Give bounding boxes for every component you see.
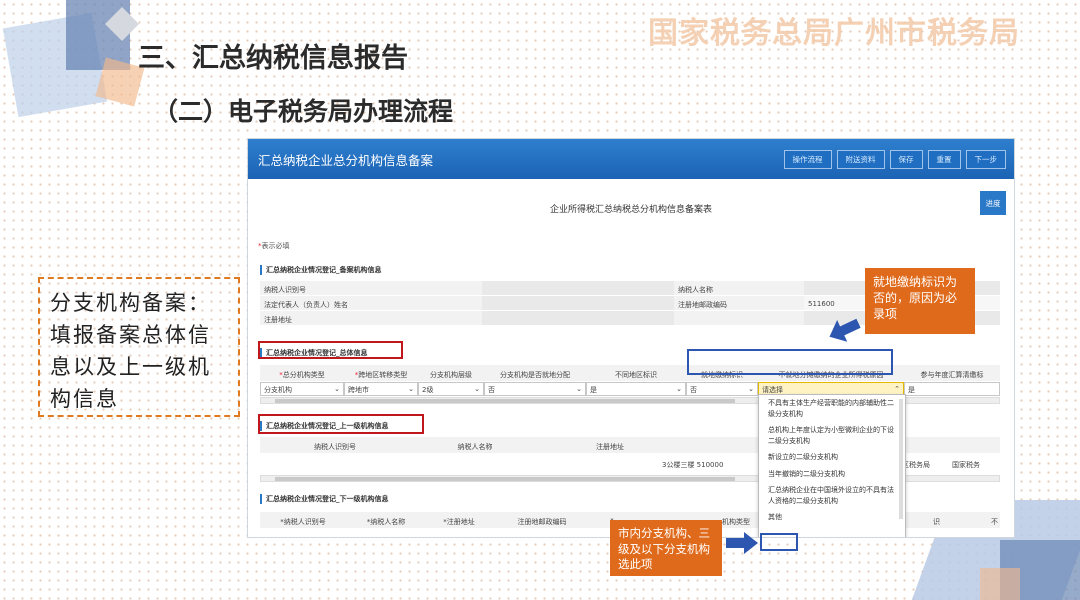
column-header: 参与年度汇算清缴标 <box>920 371 984 379</box>
transfer-type-select[interactable]: 跨地市 ⌄ <box>344 382 418 396</box>
column-header: *注册地址 <box>443 518 475 526</box>
section-child-org-title: 汇总纳税企业情况登记_下一级机构信息 <box>260 494 389 504</box>
required-note: *表示必填 <box>258 241 290 251</box>
field-label: 纳税人名称 <box>674 281 804 295</box>
scrollbar-thumb[interactable] <box>275 477 735 481</box>
process-button[interactable]: 操作流程 <box>783 149 832 169</box>
chevron-down-icon: ⌄ <box>408 385 414 393</box>
save-button[interactable]: 保存 <box>889 149 923 169</box>
dropdown-option[interactable]: 汇总纳税企业在中国境外设立的不具有法人资格的二级分支机构 <box>759 482 905 509</box>
watermark: 国家税务总局广州市税务局 <box>648 16 1020 51</box>
dropdown-option[interactable]: 新设立的二级分支机构 <box>759 449 905 466</box>
highlight-local-payment-column <box>687 349 893 375</box>
callout-reason-required: 就地缴纳标识为否的，原因为必录项 <box>865 268 975 334</box>
column-header: 注册地邮政编码 <box>517 518 567 526</box>
required-note-text: 表示必填 <box>261 242 290 250</box>
next-button[interactable]: 下一步 <box>965 149 1006 169</box>
column-header: *跨地区转移类型 <box>354 371 408 379</box>
column-header: 分支机构层级 <box>430 371 472 379</box>
reset-button[interactable]: 重置 <box>927 149 961 169</box>
highlight-overall-section <box>258 341 403 359</box>
arrow-right-icon <box>726 532 758 554</box>
branch-level-select[interactable]: 2级 ⌄ <box>418 382 484 396</box>
arrow-left-icon <box>829 318 861 342</box>
chevron-down-icon: ⌄ <box>576 385 582 393</box>
chevron-down-icon: ⌄ <box>474 385 480 393</box>
form-title: 企业所得税汇总纳税总分机构信息备案表 <box>549 205 712 215</box>
highlight-parent-section <box>258 414 424 434</box>
side-note: 分支机构备案：填报备案总体信息以及上一级机构信息 <box>38 277 240 417</box>
chevron-up-icon: ⌃ <box>894 385 900 393</box>
column-header: 不 <box>991 518 998 526</box>
attachments-button[interactable]: 附送资料 <box>836 149 885 169</box>
field-label: 注册地邮政编码 <box>674 296 804 310</box>
app-title: 汇总纳税企业总分机构信息备案 <box>258 152 434 168</box>
field-label: 法定代表人（负责人）姓名 <box>260 296 482 310</box>
dropdown-scrollbar[interactable] <box>899 399 903 519</box>
column-header: *纳税人识别号 <box>280 518 326 526</box>
address-field[interactable] <box>482 311 674 325</box>
header-buttons: 操作流程 附送资料 保存 重置 下一步 <box>783 149 1006 169</box>
chevron-down-icon: ⌄ <box>748 385 754 393</box>
field-label: 注册地址 <box>260 311 482 325</box>
slide-heading: 三、汇总纳税信息报告 <box>138 43 408 74</box>
callout-other-option: 市内分支机构、三级及以下分支机构选此项 <box>610 520 722 576</box>
column-header: 纳税人识别号 <box>314 443 356 451</box>
dropdown-option[interactable]: 不具有主体生产经营职能的内部辅助性二级分支机构 <box>759 395 905 422</box>
dropdown-option[interactable]: 总机构上年度认定为小型微利企业的下设二级分支机构 <box>759 422 905 449</box>
annual-settlement-select[interactable]: 是 <box>904 382 1000 396</box>
column-header: 分支机构是否就地分配 <box>500 371 570 379</box>
org-type-select[interactable]: 分支机构 ⌄ <box>260 382 344 396</box>
scrollbar-thumb[interactable] <box>275 399 735 403</box>
dropdown-option[interactable]: 当年撤销的二级分支机构 <box>759 466 905 483</box>
section-filing-org-title: 汇总纳税企业情况登记_备案机构信息 <box>260 265 382 275</box>
table-cell: 区税务局 <box>902 461 930 469</box>
column-header: 纳税人名称 <box>457 443 493 451</box>
local-payment-select[interactable]: 否 ⌄ <box>686 382 758 396</box>
chevron-down-icon: ⌄ <box>676 385 682 393</box>
decor-bottom-right-orange <box>980 568 1020 600</box>
reason-dropdown-list: 不具有主体生产经营职能的内部辅助性二级分支机构 总机构上年度认定为小型微利企业的… <box>758 394 906 537</box>
chevron-down-icon: ⌄ <box>334 385 340 393</box>
local-allocation-select[interactable]: 否 ⌄ <box>484 382 586 396</box>
legal-rep-field[interactable] <box>482 296 674 310</box>
dropdown-option-other[interactable]: 其他 <box>759 509 905 526</box>
highlight-other-option <box>760 533 798 551</box>
app-header: 汇总纳税企业总分机构信息备案 操作流程 附送资料 保存 重置 下一步 <box>248 139 1014 179</box>
slide-subheading: （二）电子税务局办理流程 <box>153 97 454 126</box>
table-cell: 国家税务 <box>952 461 980 469</box>
field-label <box>674 311 804 325</box>
taxpayer-id-field[interactable] <box>482 281 674 295</box>
column-header: *纳税人名称 <box>366 518 406 526</box>
column-header: 不同地区标识 <box>615 371 657 379</box>
column-header: 注册地址 <box>596 443 624 451</box>
column-header: 关 <box>890 437 1000 453</box>
field-label: 纳税人识别号 <box>260 281 482 295</box>
region-flag-select[interactable]: 是 ⌄ <box>586 382 686 396</box>
app-window: 汇总纳税企业总分机构信息备案 操作流程 附送资料 保存 重置 下一步 企业所得税… <box>247 138 1015 538</box>
progress-button[interactable]: 进度 <box>980 191 1006 215</box>
column-header: *总分机构类型 <box>279 371 325 379</box>
